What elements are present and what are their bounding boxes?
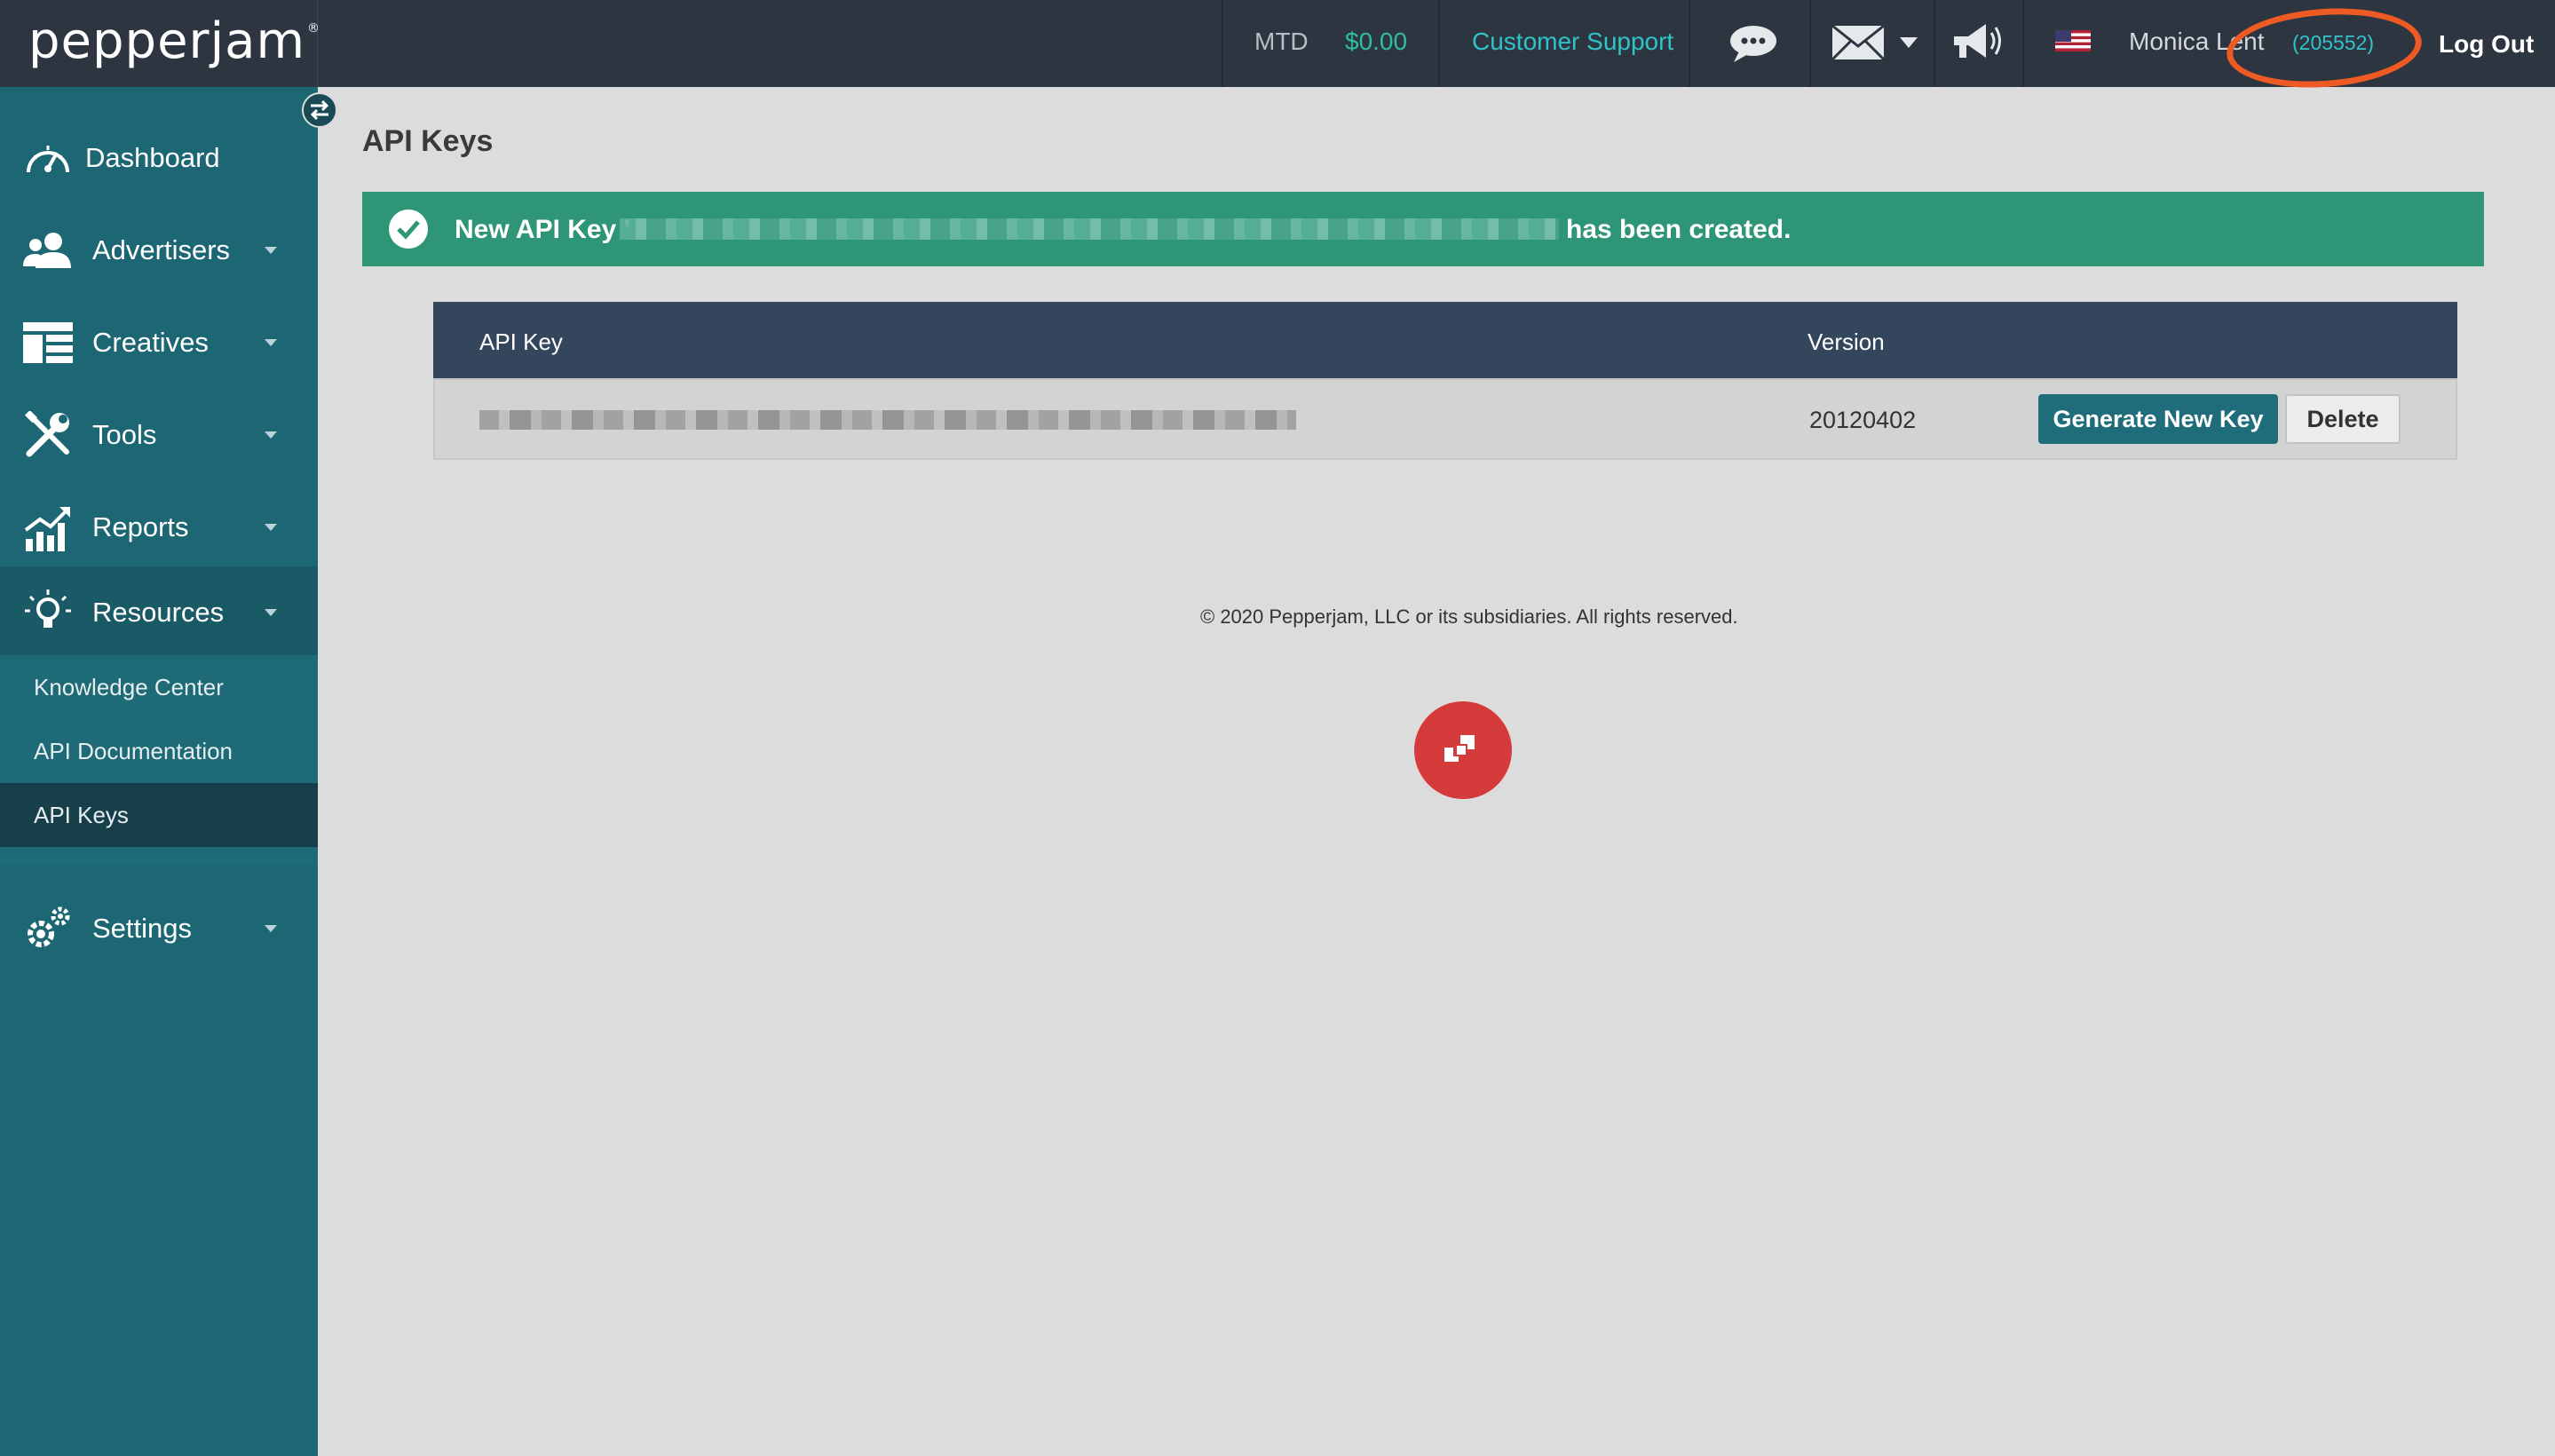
- column-header-api-key: API Key: [479, 328, 563, 355]
- sidebar-item-tools[interactable]: Tools: [0, 389, 318, 481]
- submenu-item-label: Knowledge Center: [34, 673, 224, 700]
- chat-bubbles-icon[interactable]: [1726, 21, 1779, 66]
- sidebar-item-label: Resources: [92, 597, 225, 628]
- mail-icon[interactable]: [1831, 23, 1886, 62]
- logo-trademark: ®: [307, 21, 320, 36]
- chevron-down-icon: [265, 431, 277, 439]
- sidebar-item-settings[interactable]: Settings: [0, 882, 318, 975]
- resources-submenu: Knowledge Center API Documentation API K…: [0, 655, 318, 865]
- users-icon: [23, 226, 73, 275]
- divider: [2022, 0, 2024, 87]
- gears-icon: [23, 904, 73, 954]
- customer-support-link[interactable]: Customer Support: [1472, 28, 1673, 56]
- chevron-down-icon: [265, 524, 277, 531]
- page-title: API Keys: [362, 124, 494, 158]
- sidebar-item-dashboard[interactable]: Dashboard: [0, 112, 318, 204]
- divider: [1809, 0, 1811, 87]
- sidebar-item-reports[interactable]: Reports: [0, 481, 318, 574]
- megaphone-icon[interactable]: [1950, 18, 2006, 66]
- annotation-highlight-oval: [2224, 2, 2424, 94]
- layout-icon: [23, 318, 73, 368]
- divider: [1934, 0, 1935, 87]
- sidebar-item-label: Creatives: [92, 327, 209, 358]
- submenu-item-label: API Documentation: [34, 737, 233, 764]
- version-cell: 20120402: [1809, 407, 1917, 433]
- logout-link[interactable]: Log Out: [2439, 30, 2534, 59]
- mtd-value: $0.00: [1345, 28, 1408, 55]
- chart-icon: [23, 502, 73, 552]
- sidebar-item-label: Reports: [92, 511, 189, 542]
- us-flag-icon[interactable]: [2054, 29, 2092, 52]
- submenu-item-knowledge-center[interactable]: Knowledge Center: [0, 655, 318, 719]
- chevron-down-icon: [265, 609, 277, 616]
- api-keys-table: API Key Version 20120402 Generate New Ke…: [433, 302, 2457, 460]
- speedometer-icon: [23, 133, 73, 183]
- checkmark-icon: [389, 210, 428, 249]
- delete-button[interactable]: Delete: [2285, 394, 2401, 444]
- pepperjam-badge-icon[interactable]: [1414, 701, 1512, 799]
- sidebar-item-label: Tools: [92, 419, 157, 450]
- chevron-down-icon: [265, 247, 277, 254]
- lightbulb-icon: [23, 588, 73, 637]
- submenu-item-api-documentation[interactable]: API Documentation: [0, 719, 318, 783]
- redacted-api-key: [479, 410, 1296, 430]
- chevron-down-icon: [265, 925, 277, 932]
- footer-copyright: © 2020 Pepperjam, LLC or its subsidiarie…: [1200, 605, 1738, 628]
- redacted-api-key: [620, 218, 1559, 240]
- top-bar: pepperjam ® MTD $0.00 Customer Support M…: [0, 0, 2555, 94]
- generate-new-key-button[interactable]: Generate New Key: [2038, 394, 2278, 444]
- sidebar-toggle-button[interactable]: [302, 92, 337, 128]
- sidebar-item-label: Settings: [92, 913, 193, 944]
- pepperjam-logo[interactable]: pepperjam ®: [28, 12, 320, 70]
- swap-arrows-icon: [310, 99, 329, 121]
- sidebar-item-advertisers[interactable]: Advertisers: [0, 204, 318, 297]
- success-alert: New API Key ' has been created.: [362, 192, 2484, 266]
- sidebar-item-creatives[interactable]: Creatives: [0, 297, 318, 389]
- divider: [1438, 0, 1440, 87]
- logo-text: pepperjam: [28, 12, 305, 70]
- table-row: 20120402 Generate New Key Delete: [433, 378, 2457, 460]
- divider: [1689, 0, 1690, 87]
- sidebar-item-resources[interactable]: Resources: [0, 566, 318, 659]
- column-header-version: Version: [1807, 328, 1885, 355]
- divider: [1222, 0, 1223, 87]
- table-header: API Key Version: [433, 302, 2457, 378]
- alert-text-prefix: New API Key ': [455, 215, 630, 244]
- mtd-label: MTD: [1254, 28, 1309, 55]
- sidebar-item-label: Dashboard: [85, 142, 220, 173]
- submenu-item-api-keys[interactable]: API Keys: [0, 783, 318, 847]
- sidebar-item-label: Advertisers: [92, 234, 231, 265]
- tools-icon: [23, 410, 73, 460]
- submenu-item-label: API Keys: [34, 801, 129, 828]
- logo-area: pepperjam ®: [0, 0, 320, 87]
- alert-text-suffix: has been created.: [1566, 215, 1792, 244]
- chevron-down-icon: [265, 339, 277, 346]
- chevron-down-icon[interactable]: [1898, 36, 1919, 50]
